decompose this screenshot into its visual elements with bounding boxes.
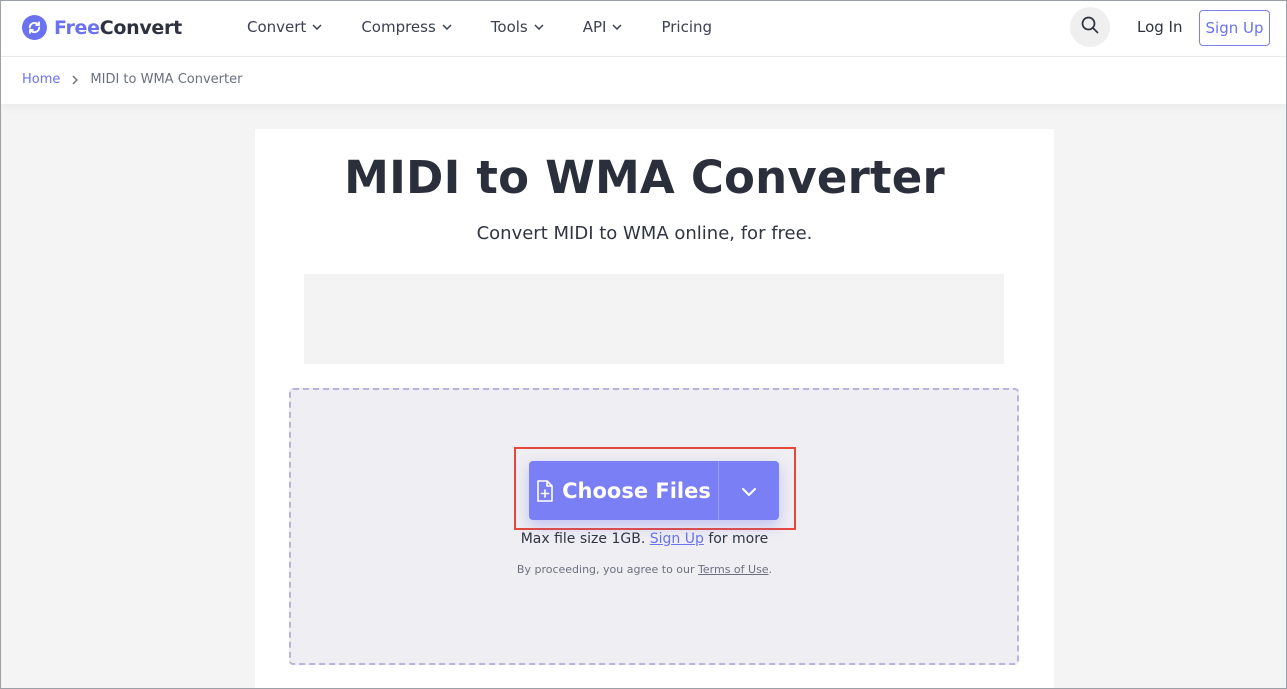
search-icon — [1081, 16, 1099, 38]
max-file-size-note: Max file size 1GB. Sign Up for more — [520, 531, 769, 547]
page-title: MIDI to WMA Converter — [344, 151, 945, 204]
nav-compress[interactable]: Compress — [361, 18, 452, 36]
signup-button[interactable]: Sign Up — [1199, 10, 1270, 46]
chevron-down-icon — [612, 24, 623, 30]
chevron-down-icon — [534, 24, 544, 30]
breadcrumb-bar: Home MIDI to WMA Converter — [1, 57, 1286, 104]
upload-source-dropdown[interactable] — [719, 461, 779, 520]
logo-text: FreeConvert — [54, 16, 182, 39]
refresh-logo-icon — [22, 15, 47, 40]
chevron-right-icon — [72, 75, 79, 85]
file-add-icon — [536, 479, 554, 502]
site-header: FreeConvert Convert Compress Tools API P… — [1, 1, 1286, 57]
chevron-down-icon — [312, 24, 322, 30]
terms-of-use-link[interactable]: Terms of Use — [698, 563, 769, 576]
search-button[interactable] — [1070, 7, 1110, 47]
browser-viewport: FreeConvert Convert Compress Tools API P… — [0, 0, 1287, 689]
login-link[interactable]: Log In — [1137, 18, 1183, 36]
signup-link[interactable]: Sign Up — [650, 531, 704, 547]
nav-tools[interactable]: Tools — [491, 18, 544, 36]
ad-placeholder — [304, 274, 1004, 364]
page-subtitle: Convert MIDI to WMA online, for free. — [476, 223, 813, 244]
nav-pricing[interactable]: Pricing — [661, 18, 712, 36]
nav-convert[interactable]: Convert — [247, 18, 322, 36]
breadcrumb-current: MIDI to WMA Converter — [90, 72, 243, 87]
logo[interactable]: FreeConvert — [22, 15, 182, 40]
choose-files-button[interactable]: Choose Files — [529, 461, 719, 520]
terms-note: By proceeding, you agree to our Terms of… — [516, 563, 773, 576]
chevron-down-icon — [742, 481, 756, 500]
main-nav: Convert Compress Tools API Pricing — [247, 1, 751, 53]
breadcrumb: Home MIDI to WMA Converter — [22, 72, 242, 87]
breadcrumb-home[interactable]: Home — [22, 72, 60, 87]
choose-files-button-group: Choose Files — [529, 461, 779, 520]
chevron-down-icon — [442, 24, 452, 30]
nav-api[interactable]: API — [583, 18, 623, 36]
